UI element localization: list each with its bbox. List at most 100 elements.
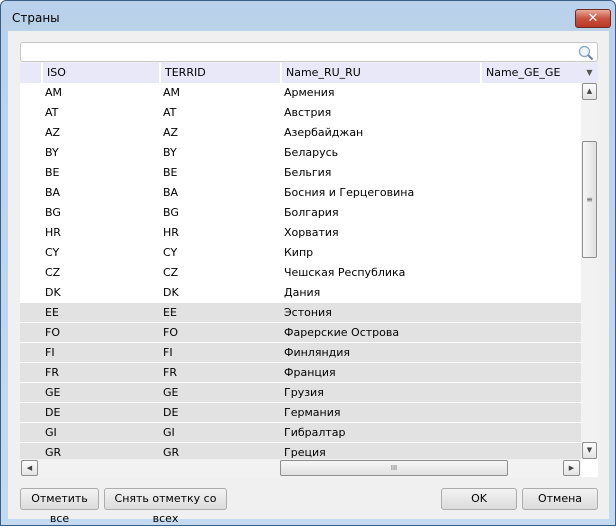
cell-name-ru: Болгария	[284, 206, 339, 219]
cell-name-ru: Босния и Герцеговина	[284, 186, 415, 199]
cell-terrid: FI	[163, 346, 173, 359]
cell-iso: GR	[45, 446, 62, 459]
table-row[interactable]: GE GE Грузия	[20, 383, 581, 403]
uncheck-all-button[interactable]: Снять отметку со всех	[104, 488, 227, 525]
horizontal-scrollbar[interactable]: ◀ III ▶	[20, 459, 581, 477]
cell-terrid: FR	[163, 366, 177, 379]
countries-table: ISO TERRID Name_RU_RU Name_GE_GE ▼ AM AM А…	[20, 63, 598, 477]
column-header-terrid[interactable]: TERRID	[159, 63, 280, 83]
cell-iso: GE	[45, 386, 61, 399]
cell-terrid: BG	[163, 206, 179, 219]
close-icon: ✕	[587, 11, 599, 26]
cell-name-ru: Армения	[284, 86, 335, 99]
cell-terrid: BY	[163, 146, 177, 159]
table-row[interactable]: FI FI Финляндия	[20, 343, 581, 363]
cell-terrid: CZ	[163, 266, 179, 279]
arrow-up-icon: ▲	[586, 87, 593, 95]
cell-name-ru: Германия	[284, 406, 341, 419]
cell-name-ru: Греция	[284, 446, 326, 459]
cell-name-ru: Эстония	[284, 306, 332, 319]
cell-name-ru: Беларусь	[284, 146, 339, 159]
cell-name-ru: Хорватия	[284, 226, 339, 239]
check-all-button[interactable]: Отметить все	[20, 488, 99, 525]
cell-name-ru: Дания	[284, 286, 321, 299]
table-row[interactable]: EE EE Эстония	[20, 303, 581, 323]
scroll-down-button[interactable]: ▼	[582, 442, 597, 459]
cell-iso: DK	[45, 286, 61, 299]
cancel-button[interactable]: Отмена	[522, 488, 598, 510]
cell-terrid: CY	[163, 246, 178, 259]
ok-button[interactable]: OK	[441, 488, 517, 510]
search-icon[interactable]	[578, 45, 594, 61]
cell-iso: GI	[45, 426, 57, 439]
cell-terrid: FO	[163, 326, 178, 339]
table-row[interactable]: BE BE Бельгия	[20, 163, 581, 183]
table-row[interactable]: HR HR Хорватия	[20, 223, 581, 243]
scroll-up-button[interactable]: ▲	[582, 83, 597, 100]
cell-iso: AZ	[45, 126, 61, 139]
cell-iso: CZ	[45, 266, 61, 279]
cell-terrid: DK	[163, 286, 179, 299]
table-row[interactable]: AZ AZ Азербайджан	[20, 123, 581, 143]
cell-name-ru: Финляндия	[284, 346, 351, 359]
vertical-scrollbar[interactable]: ▲ ≡ ▼	[581, 83, 598, 459]
table-header: ISO TERRID Name_RU_RU Name_GE_GE ▼	[20, 63, 598, 83]
table-row[interactable]: AT AT Австрия	[20, 103, 581, 123]
cell-iso: BG	[45, 206, 61, 219]
cell-iso: CY	[45, 246, 60, 259]
table-body: AM AM Армения AT AT Австрия AZ AZ Азербайджан BY B…	[20, 83, 581, 460]
arrow-down-icon: ▼	[586, 446, 593, 454]
cell-terrid: BE	[163, 166, 178, 179]
scroll-left-button[interactable]: ◀	[21, 460, 38, 476]
cell-terrid: DE	[163, 406, 179, 419]
vertical-scroll-thumb[interactable]: ≡	[582, 141, 597, 258]
search-input[interactable]	[20, 42, 598, 62]
cell-terrid: AM	[163, 86, 181, 99]
arrow-left-icon: ◀	[26, 464, 33, 472]
window-title: Страны	[12, 11, 60, 25]
cell-terrid: GI	[163, 426, 175, 439]
scroll-right-button[interactable]: ▶	[563, 460, 580, 476]
table-row[interactable]: GR GR Греция	[20, 443, 581, 460]
cell-terrid: GR	[163, 446, 180, 459]
cell-iso: BA	[45, 186, 61, 199]
cell-name-ru: Бельгия	[284, 166, 332, 179]
cell-name-ru: Чешская Республика	[284, 266, 406, 279]
table-row[interactable]: GI GI Гибралтар	[20, 423, 581, 443]
cell-name-ru: Австрия	[284, 106, 332, 119]
table-row[interactable]: BY BY Беларусь	[20, 143, 581, 163]
table-row[interactable]: CY CY Кипр	[20, 243, 581, 263]
table-row[interactable]: BA BA Босния и Герцеговина	[20, 183, 581, 203]
table-row[interactable]: BG BG Болгария	[20, 203, 581, 223]
cell-iso: BE	[45, 166, 60, 179]
table-row[interactable]: DK DK Дания	[20, 283, 581, 303]
cell-terrid: AZ	[163, 126, 179, 139]
dialog-body: ISO TERRID Name_RU_RU Name_GE_GE ▼ AM AM А…	[8, 31, 609, 525]
table-row[interactable]: AM AM Армения	[20, 83, 581, 103]
table-row[interactable]: CZ CZ Чешская Республика	[20, 263, 581, 283]
table-row[interactable]: DE DE Германия	[20, 403, 581, 423]
cell-name-ru: Фарерские Острова	[284, 326, 400, 339]
cell-terrid: BA	[163, 186, 179, 199]
cell-iso: FO	[45, 326, 60, 339]
cell-iso: AM	[45, 86, 63, 99]
table-row[interactable]: FR FR Франция	[20, 363, 581, 383]
column-chooser-dropdown[interactable]: ▼	[581, 63, 598, 83]
table-row[interactable]: FO FO Фарерские Острова	[20, 323, 581, 343]
dialog-window: Страны ✕ ISO TERRID Name_RU_RU Name_GE_G…	[0, 0, 616, 526]
column-header-name-ru[interactable]: Name_RU_RU	[280, 63, 480, 83]
cell-terrid: AT	[163, 106, 177, 119]
cell-name-ru: Гибралтар	[284, 426, 346, 439]
cell-terrid: HR	[163, 226, 179, 239]
column-header-iso[interactable]: ISO	[41, 63, 159, 83]
cell-iso: BY	[45, 146, 59, 159]
horizontal-scroll-thumb[interactable]: III	[280, 460, 508, 476]
cell-iso: FR	[45, 366, 59, 379]
cell-name-ru: Грузия	[284, 386, 324, 399]
column-header-name-ge[interactable]: Name_GE_GE	[480, 63, 581, 83]
cell-iso: EE	[45, 306, 59, 319]
cell-terrid: EE	[163, 306, 177, 319]
chevron-down-icon: ▼	[586, 68, 593, 77]
close-button[interactable]: ✕	[575, 9, 611, 28]
cell-iso: DE	[45, 406, 61, 419]
